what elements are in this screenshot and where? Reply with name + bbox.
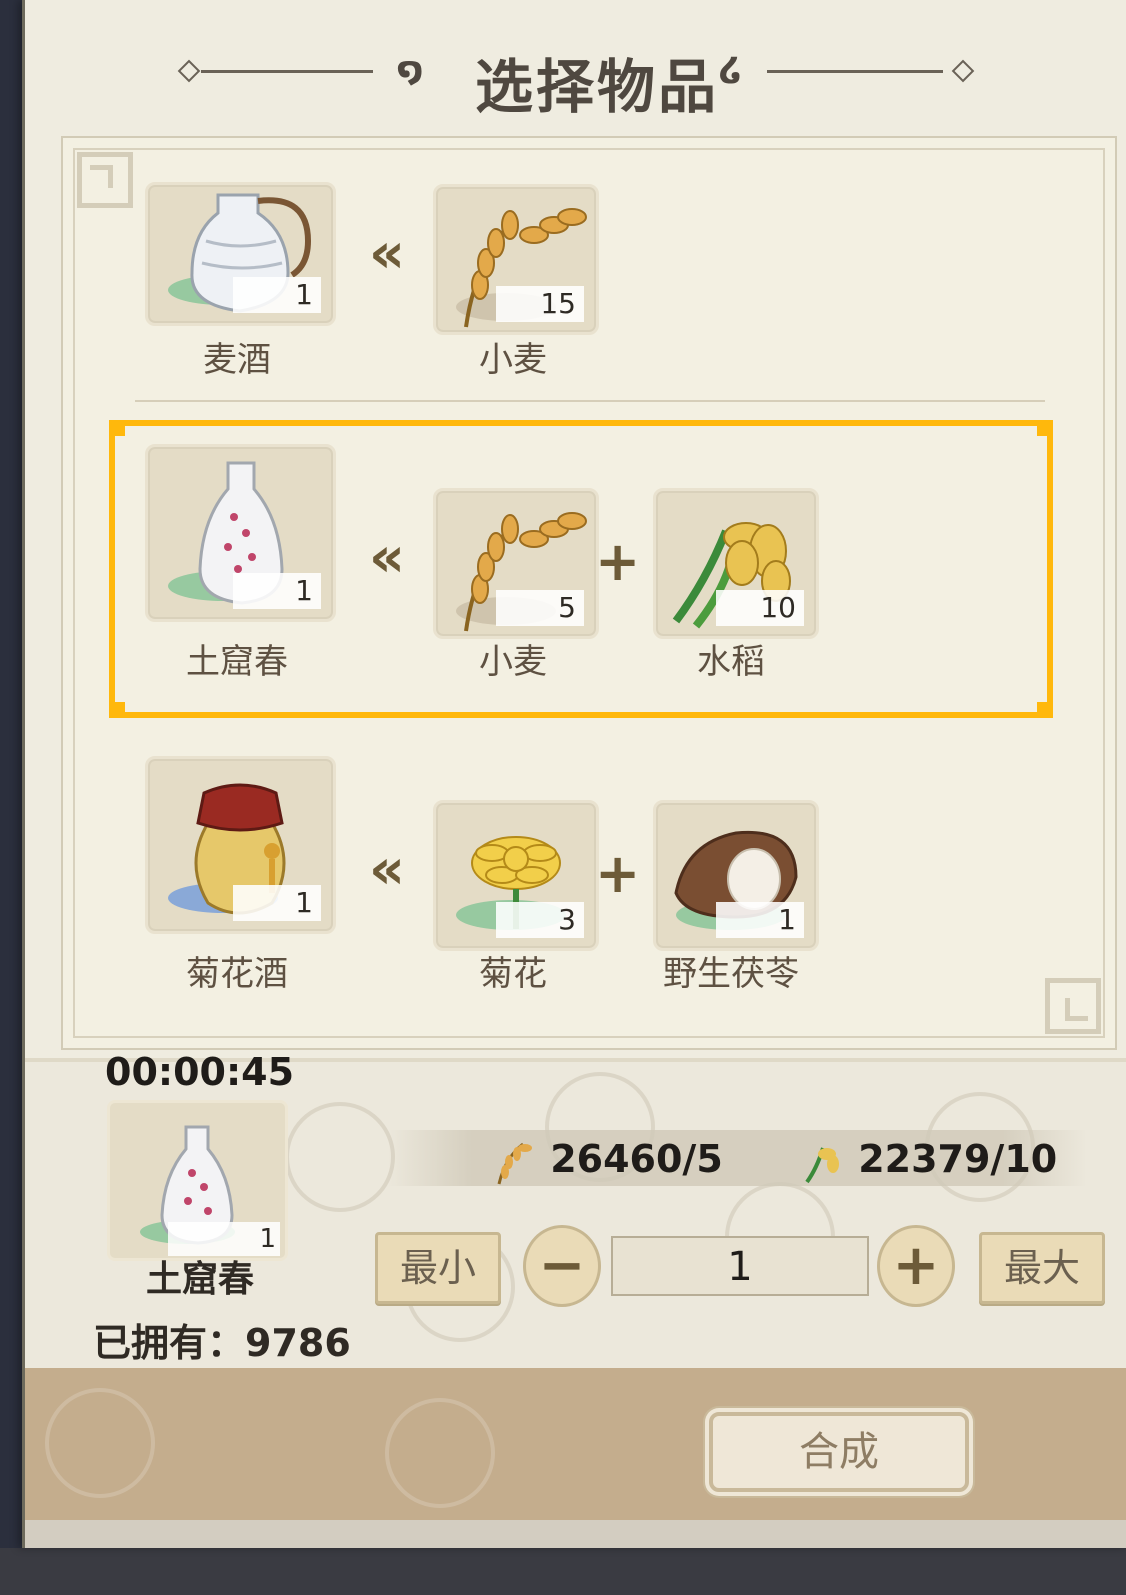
- max-quantity-button[interactable]: 最大: [979, 1232, 1105, 1304]
- resource-rice-text: 22379/10: [858, 1137, 1058, 1181]
- quantity-field[interactable]: 1: [611, 1236, 869, 1296]
- product-name: 麦酒: [203, 340, 271, 380]
- item-count: 1: [716, 902, 804, 938]
- production-product-slot: 1: [107, 1100, 288, 1261]
- product-slot[interactable]: 1: [145, 444, 336, 622]
- header-line-right: [767, 70, 943, 73]
- plus-icon: +: [595, 530, 641, 593]
- select-item-panel: ໑ 选择物品 ໒ 1 麦酒 « 15 小麦 1 土窟春 « 5 小麦 + 10 …: [22, 0, 1126, 1548]
- panel-title: 选择物品: [474, 53, 719, 121]
- divider-top: [135, 400, 1045, 402]
- item-count: 15: [496, 286, 584, 322]
- ingredient-name: 野生茯苓: [663, 954, 799, 994]
- highlight-corner: [109, 420, 125, 436]
- min-quantity-button[interactable]: 最小: [375, 1232, 501, 1304]
- increase-quantity-button[interactable]: +: [877, 1225, 955, 1307]
- ingredient-name: 水稻: [697, 642, 765, 682]
- resource-wheat: 26460/5: [493, 1134, 723, 1184]
- highlight-corner: [109, 702, 125, 718]
- ingredient-slot[interactable]: 3: [433, 800, 599, 951]
- item-count: 1: [233, 277, 321, 313]
- production-product-name: 土窟春: [145, 1259, 254, 1300]
- ingredient-slot[interactable]: 1: [653, 800, 819, 951]
- product-name: 菊花酒: [186, 954, 288, 994]
- rice-icon: [805, 1146, 839, 1183]
- item-count: 10: [716, 590, 804, 626]
- highlight-corner: [1037, 420, 1053, 436]
- panel-header: ໑ 选择物品 ໒: [25, 30, 1126, 121]
- ingredient-slot[interactable]: 5: [433, 488, 599, 639]
- product-name: 土窟春: [186, 642, 288, 682]
- ingredient-name: 菊花: [479, 954, 547, 994]
- header-line-left: [201, 70, 373, 73]
- wheat-icon: [497, 1142, 532, 1184]
- item-count: 1: [233, 573, 321, 609]
- highlight-corner: [1037, 702, 1053, 718]
- swirl-ornament-right-icon: ໒: [719, 50, 743, 90]
- background-left-edge: [0, 0, 22, 1595]
- cloud-pattern: [45, 1388, 155, 1498]
- ingredient-name: 小麦: [479, 340, 547, 380]
- item-count: 5: [496, 590, 584, 626]
- produce-arrow-icon: «: [368, 525, 406, 590]
- production-timer: 00:00:45: [105, 1050, 295, 1094]
- produce-arrow-icon: «: [368, 221, 406, 286]
- ingredient-slot[interactable]: 10: [653, 488, 819, 639]
- header-diamond-left: [177, 59, 201, 83]
- resource-wheat-text: 26460/5: [550, 1137, 723, 1181]
- corner-ornament-bottom-right-icon: [1045, 978, 1101, 1034]
- product-slot[interactable]: 1: [145, 756, 336, 934]
- item-count: 1: [233, 885, 321, 921]
- produce-arrow-icon: «: [368, 837, 406, 902]
- item-count: 3: [496, 902, 584, 938]
- synthesize-button[interactable]: 合成: [709, 1412, 969, 1492]
- panel-bottom-edge: [25, 1520, 1126, 1548]
- cloud-pattern: [385, 1398, 495, 1508]
- owned-count: 已拥有：9786: [93, 1321, 351, 1365]
- ingredient-name: 小麦: [479, 642, 547, 682]
- background-bottom-edge: [0, 1548, 1126, 1595]
- resource-rice: 22379/10: [801, 1134, 1057, 1184]
- cloud-pattern: [285, 1102, 395, 1212]
- recipe-row[interactable]: 1 麦酒 « 15 小麦: [111, 180, 1071, 400]
- ingredient-slot[interactable]: 15: [433, 184, 599, 335]
- recipe-row[interactable]: 1 菊花酒 « 3 菊花 + 1 野生茯苓: [111, 752, 1071, 994]
- plus-icon: +: [595, 842, 641, 905]
- recipe-row-selected[interactable]: 1 土窟春 « 5 小麦 + 10 水稻: [111, 440, 1071, 682]
- swirl-ornament-left-icon: ໑: [397, 50, 424, 90]
- decrease-quantity-button[interactable]: −: [523, 1225, 601, 1307]
- product-slot[interactable]: 1: [145, 182, 336, 326]
- header-diamond-right: [951, 59, 975, 83]
